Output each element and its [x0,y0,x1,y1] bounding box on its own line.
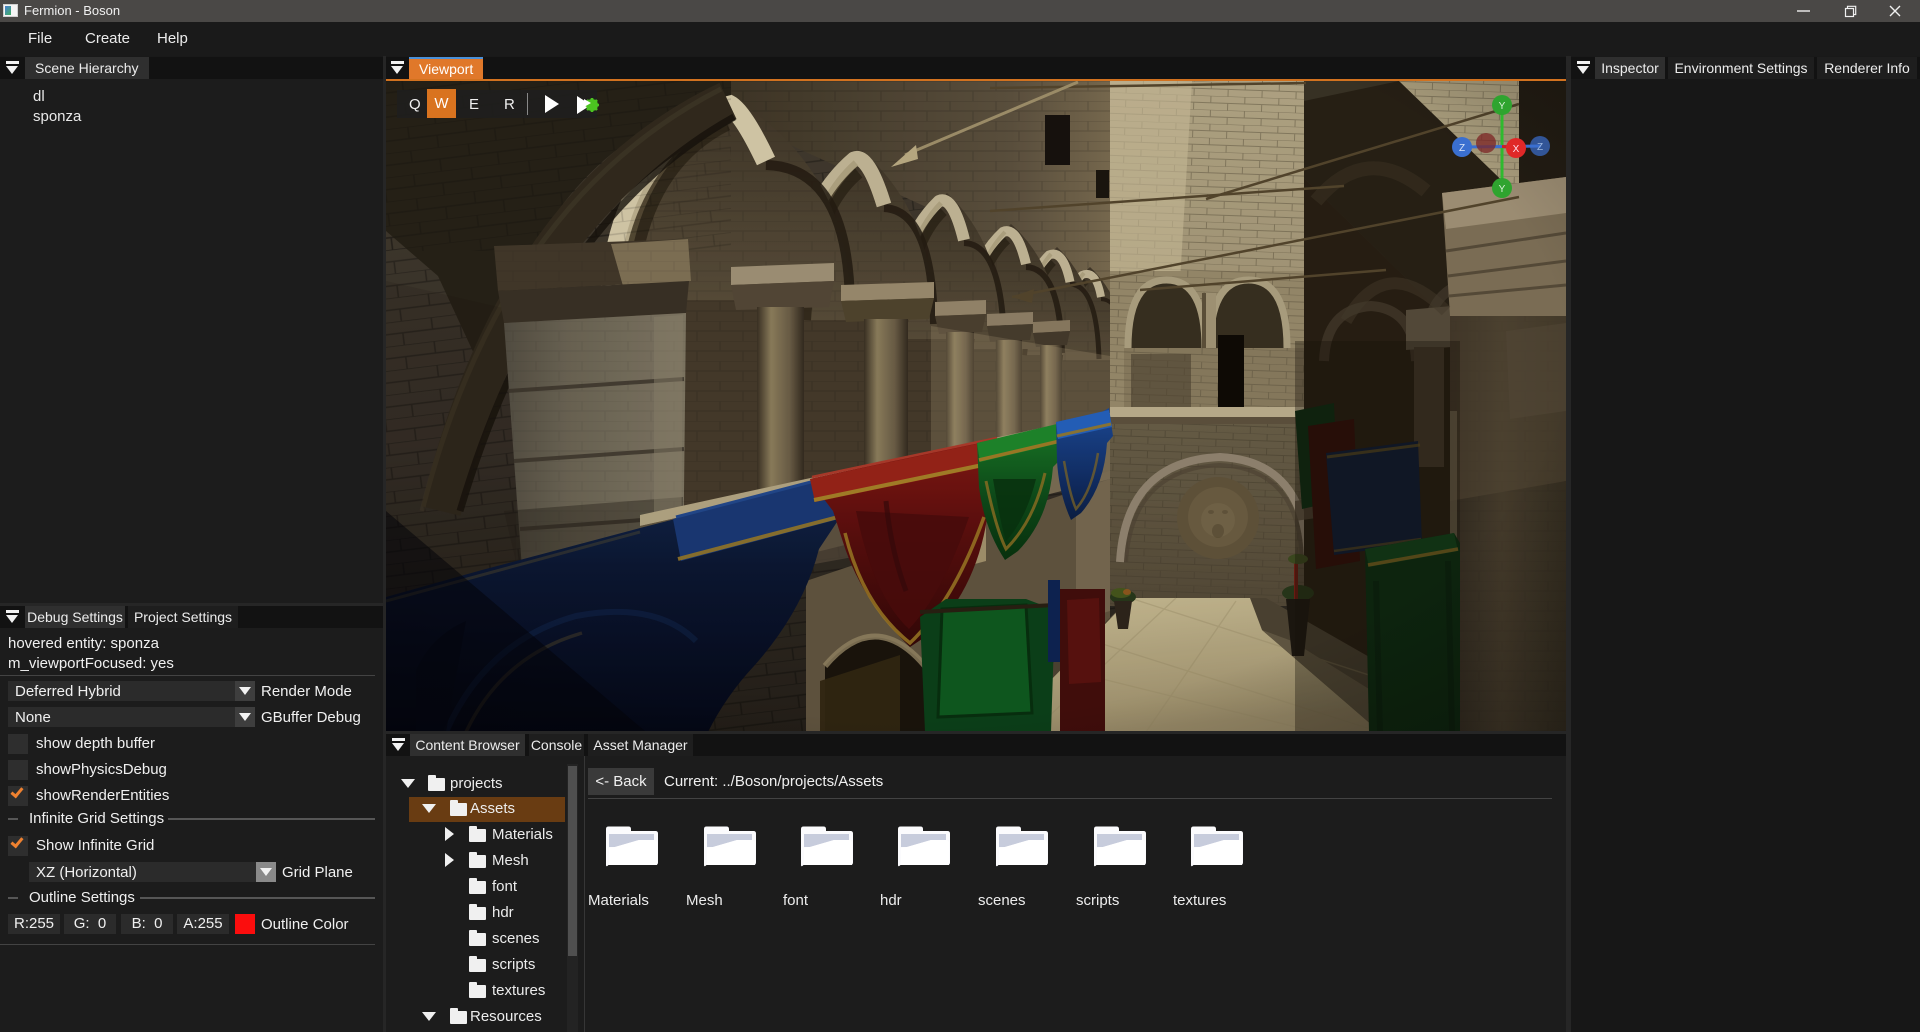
svg-text:Y: Y [1499,101,1506,112]
svg-text:Y: Y [1499,184,1506,195]
svg-text:Z: Z [1537,142,1543,153]
svg-text:Z: Z [1459,143,1465,154]
svg-text:X: X [1513,144,1520,155]
